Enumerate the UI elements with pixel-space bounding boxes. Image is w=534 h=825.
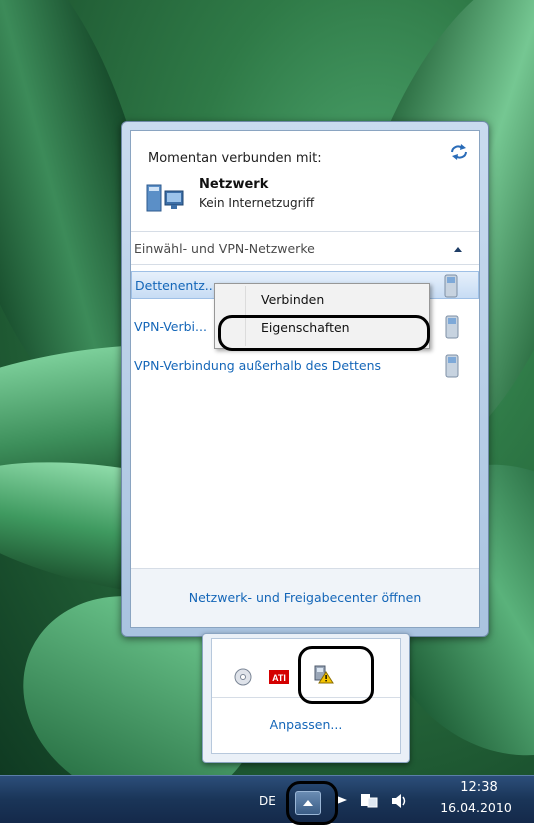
network-icon[interactable]	[358, 790, 380, 812]
vpn-item-ausserhalb[interactable]: VPN-Verbindung außerhalb des Dettens	[131, 352, 479, 380]
vpn-connection-icon	[445, 315, 459, 339]
refresh-icon[interactable]	[449, 143, 469, 161]
vpn-connection-icon	[445, 354, 459, 378]
speaker-icon[interactable]	[389, 790, 411, 812]
divider	[131, 231, 479, 232]
customize-link[interactable]: Anpassen...	[212, 717, 400, 732]
show-hidden-icons-button[interactable]	[295, 791, 321, 815]
network-flyout-panel: Momentan verbunden mit: Netzwerk Kein In…	[130, 130, 480, 628]
connected-header: Momentan verbunden mit:	[148, 151, 322, 166]
tray-overflow-panel: ATI Anpassen...	[211, 638, 401, 754]
clock-date[interactable]: 16.04.2010	[436, 800, 516, 815]
ati-icon[interactable]: ATI	[268, 667, 290, 687]
network-icon	[146, 184, 184, 212]
disc-icon[interactable]	[232, 667, 254, 687]
chevron-up-icon[interactable]	[453, 245, 463, 253]
taskbar: DE 12:38 16.04.2010	[0, 775, 534, 823]
vpn-connection-icon	[444, 274, 458, 298]
network-sharing-center-link[interactable]: Netzwerk- und Freigabecenter öffnen	[131, 568, 479, 627]
network-status: Kein Internetzugriff	[199, 196, 315, 210]
network-warning-icon[interactable]	[312, 664, 334, 684]
vpn-item-label: Dettenentz...	[135, 278, 217, 293]
section-header-dialup-vpn[interactable]: Einwähl- und VPN-Netzwerke	[134, 241, 315, 256]
divider	[212, 697, 400, 698]
vpn-item-label: VPN-Verbi...	[134, 319, 207, 334]
language-indicator[interactable]: DE	[259, 794, 276, 808]
menu-item-properties[interactable]: Eigenschaften	[215, 315, 429, 341]
svg-text:ATI: ATI	[272, 673, 286, 683]
chevron-up-icon	[303, 800, 313, 806]
network-name: Netzwerk	[199, 177, 269, 192]
flag-icon[interactable]	[330, 790, 352, 812]
network-flyout: Momentan verbunden mit: Netzwerk Kein In…	[121, 121, 489, 637]
context-menu: Verbinden Eigenschaften	[214, 283, 430, 349]
vpn-item-label: VPN-Verbindung außerhalb des Dettens	[134, 358, 382, 373]
divider	[131, 264, 479, 265]
tray-overflow-popup: ATI Anpassen...	[202, 633, 410, 763]
menu-item-connect[interactable]: Verbinden	[215, 287, 429, 313]
clock-time[interactable]: 12:38	[444, 780, 514, 795]
